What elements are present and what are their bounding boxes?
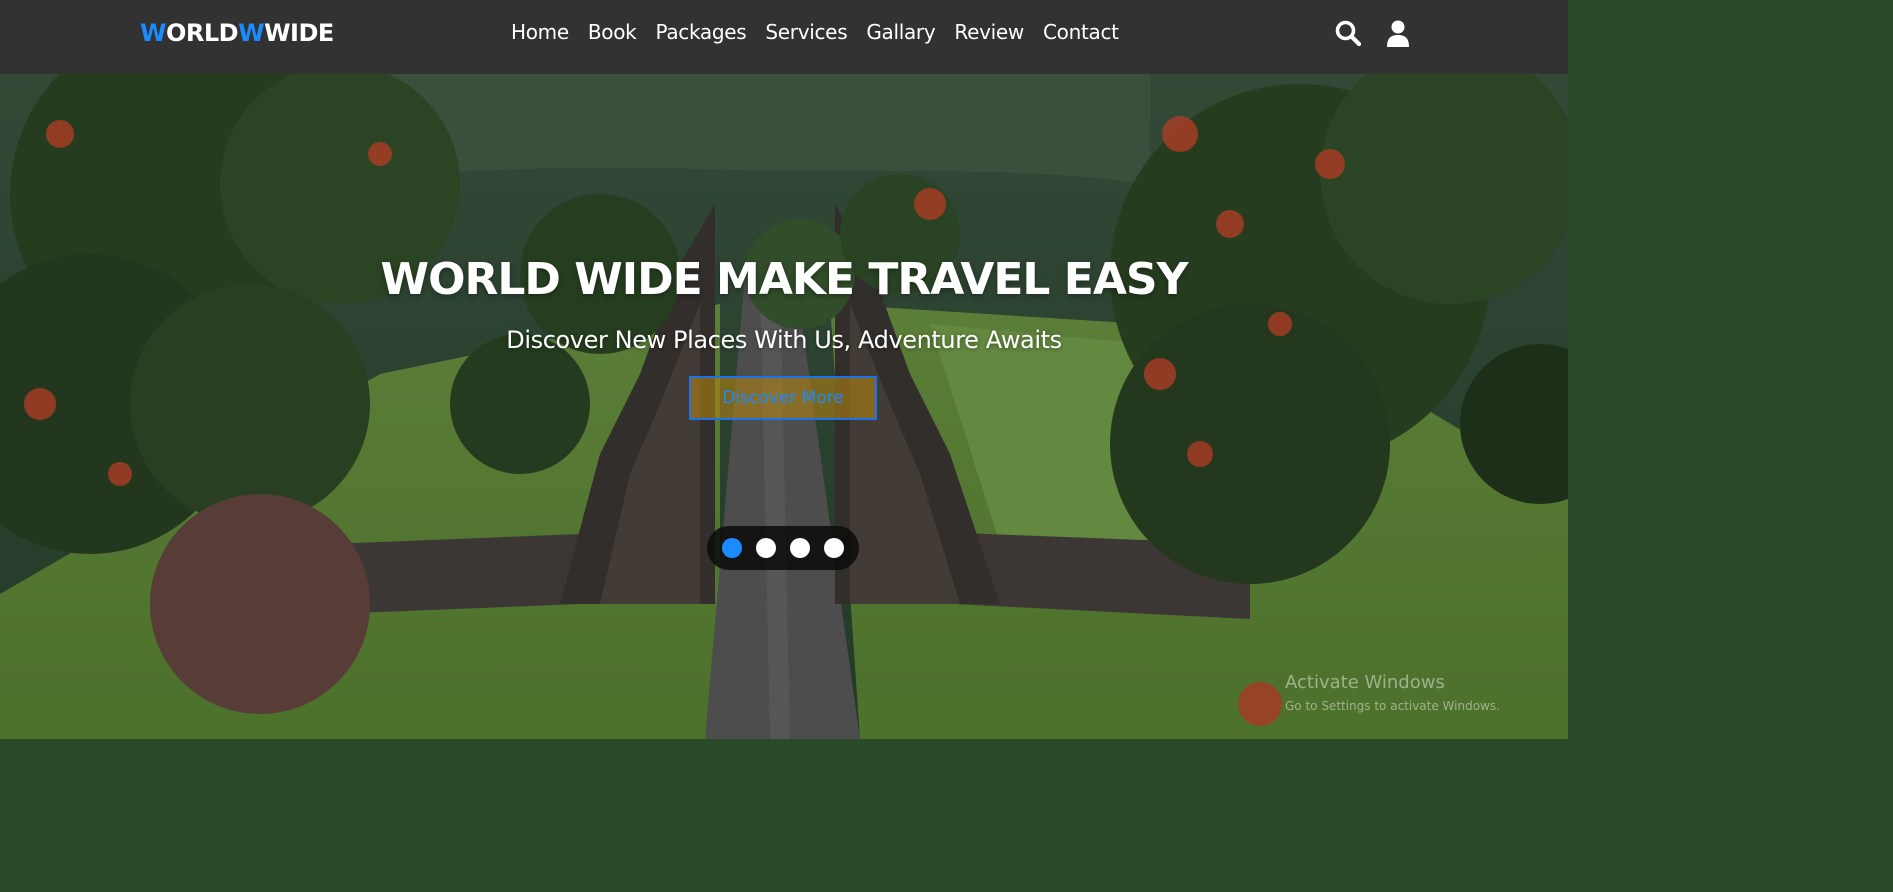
slider-dot-2[interactable]	[756, 538, 776, 558]
nav-link-services[interactable]: Services	[765, 20, 847, 44]
logo-second-letter: W	[238, 19, 265, 47]
slider-dot-1[interactable]	[722, 538, 742, 558]
activate-windows-title: Activate Windows	[1285, 672, 1445, 693]
logo-text-part2: WIDE	[264, 19, 334, 47]
nav-link-home[interactable]: Home	[511, 20, 569, 44]
discover-more-button[interactable]: Discover More	[689, 376, 877, 420]
nav-link-contact[interactable]: Contact	[1043, 20, 1119, 44]
main-nav: Home Book Packages Services Gallary Revi…	[511, 20, 1119, 44]
slider-dot-3[interactable]	[790, 538, 810, 558]
logo-text-part1: ORLD	[165, 19, 239, 47]
top-navbar: WORLDWWIDE Home Book Packages Services G…	[0, 0, 1568, 74]
logo-first-letter: W	[140, 19, 166, 47]
nav-link-packages[interactable]: Packages	[655, 20, 746, 44]
user-icon[interactable]	[1384, 19, 1412, 47]
slider-dot-4[interactable]	[824, 538, 844, 558]
hero-title: WORLD WIDE MAKE TRAVEL EASY	[380, 254, 1189, 305]
nav-link-gallary[interactable]: Gallary	[866, 20, 935, 44]
slider-dots	[707, 526, 859, 570]
activate-windows-subtitle: Go to Settings to activate Windows.	[1285, 699, 1500, 713]
nav-icon-group	[1334, 19, 1412, 47]
search-icon[interactable]	[1334, 19, 1362, 47]
site-logo[interactable]: WORLDWWIDE	[140, 19, 334, 47]
nav-link-review[interactable]: Review	[954, 20, 1024, 44]
nav-link-book[interactable]: Book	[588, 20, 637, 44]
hero-section: WORLD WIDE MAKE TRAVEL EASY Discover New…	[0, 74, 1568, 739]
hero-subtitle: Discover New Places With Us, Adventure A…	[506, 326, 1062, 354]
